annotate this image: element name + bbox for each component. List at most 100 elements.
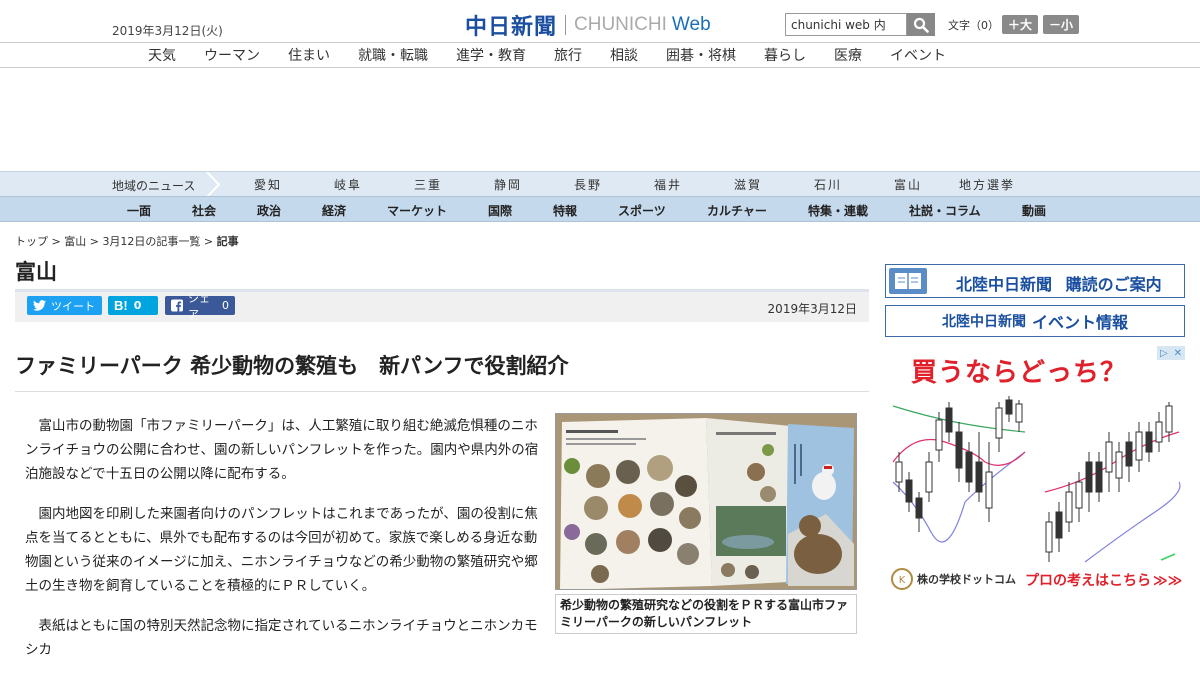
svg-text:K: K <box>899 575 906 586</box>
hatena-icon: B! <box>114 298 128 313</box>
section-nav: 一面 社会 政治 経済 マーケット 国際 特報 スポーツ カルチャー 特集・連載… <box>0 196 1200 222</box>
ad-headline: 買うならどっち？ <box>911 358 1128 388</box>
font-larger-button[interactable]: ＋大 <box>1002 15 1038 34</box>
section-special-report[interactable]: 特報 <box>553 202 577 219</box>
region-nagano[interactable]: 長野 <box>574 176 602 193</box>
logo-divider <box>565 15 567 35</box>
breadcrumb-list[interactable]: 3月12日の記事一覧 <box>102 235 200 248</box>
region-toyama[interactable]: 富山 <box>894 176 922 193</box>
event-banner-label: 北陸中日新聞 <box>941 314 1026 330</box>
logo-english: CHUNICHI <box>574 14 667 35</box>
subscription-banner-text: 北陸中日新聞 購読のご案内 <box>956 271 1162 295</box>
article-paragraph: 表紙はともに国の特別天然記念物に指定されているニホンライチョウとニホンカモシカ <box>25 618 538 658</box>
section-video[interactable]: 動画 <box>1022 202 1046 219</box>
share-bar: ツイート B! 0 シェア 0 2019年3月12日 <box>15 289 869 322</box>
pamphlet-photo-image <box>556 414 856 589</box>
twitter-icon <box>33 300 46 311</box>
section-editorials[interactable]: 社説・コラム <box>909 202 981 219</box>
tweet-label: ツイート <box>51 299 95 313</box>
region-ishikawa[interactable]: 石川 <box>814 176 842 193</box>
region-local-elections[interactable]: 地方選挙 <box>959 176 1015 193</box>
hatena-count: 0 <box>133 299 142 312</box>
ad-choices-icon[interactable]: ▷ ✕ <box>1157 346 1185 360</box>
breadcrumb-separator: > <box>200 235 217 248</box>
section-economy[interactable]: 経済 <box>322 202 346 219</box>
facebook-icon <box>171 299 184 312</box>
hatena-bookmark-button[interactable]: B! 0 <box>108 296 158 315</box>
nav-item-medical[interactable]: 医療 <box>834 45 862 65</box>
brand-emblem-icon: K <box>891 568 913 590</box>
subscription-banner-label: 北陸中日新聞 <box>956 275 1053 294</box>
section-culture[interactable]: カルチャー <box>707 202 767 219</box>
search-input[interactable] <box>785 13 907 36</box>
ad-candlestick-graphic <box>889 392 1181 564</box>
section-sports[interactable]: スポーツ <box>618 202 666 219</box>
nav-item-weather[interactable]: 天気 <box>148 45 176 65</box>
facebook-share-label: シェア <box>188 291 211 321</box>
article-body: 富山市の動物園「市ファミリーパーク」は、人工繁殖に取り組む絶滅危惧種のニホンライ… <box>25 414 547 678</box>
section-market[interactable]: マーケット <box>387 202 447 219</box>
region-aichi[interactable]: 愛知 <box>254 176 282 193</box>
site-logo[interactable]: 中日新聞 CHUNICHI Web <box>465 9 711 41</box>
breadcrumb-separator: > <box>86 235 103 248</box>
nav-item-advice[interactable]: 相談 <box>610 45 638 65</box>
region-nav-label: 地域のニュース <box>112 179 196 193</box>
article-paragraph: 園内地図を印刷した来園者向けのパンフレットはこれまであったが、園の役割に焦点を当… <box>25 506 538 594</box>
breadcrumb-current: 記事 <box>216 235 239 248</box>
event-info-banner[interactable]: 北陸中日新聞 イベント情報 <box>885 305 1185 337</box>
subscription-banner-suffix: 購読のご案内 <box>1065 275 1162 294</box>
breadcrumb-top[interactable]: トップ <box>15 235 48 248</box>
event-banner-suffix: イベント情報 <box>1031 313 1128 332</box>
nav-item-education[interactable]: 進学・教育 <box>456 45 526 65</box>
nav-item-housing[interactable]: 住まい <box>288 45 330 65</box>
article-paragraph: 富山市の動物園「市ファミリーパーク」は、人工繁殖に取り組む絶滅危惧種のニホンライ… <box>25 418 539 482</box>
ad-cta[interactable]: プロの考えはこちら ≫≫ <box>1025 570 1182 590</box>
nav-item-events[interactable]: イベント <box>890 45 946 65</box>
region-fukui[interactable]: 福井 <box>654 176 682 193</box>
ad-brand-name: 株の学校ドットコム <box>917 573 1016 586</box>
site-header: 2019年3月12日(火) 中日新聞 CHUNICHI Web 文字（0） ＋大… <box>0 0 1200 43</box>
ad-brand-logo: K 株の学校ドットコム <box>891 568 1016 590</box>
breadcrumb-separator: > <box>48 235 65 248</box>
ad-cta-label: プロの考えはこちら <box>1025 573 1151 589</box>
region-nav: 地域のニュース 愛知 岐阜 三重 静岡 長野 福井 滋賀 石川 富山 地方選挙 <box>0 171 1200 197</box>
font-smaller-button[interactable]: －小 <box>1043 15 1079 34</box>
nav-item-woman[interactable]: ウーマン <box>204 45 260 65</box>
region-nav-arrow <box>206 172 221 197</box>
facebook-share-button[interactable]: シェア 0 <box>165 292 235 321</box>
headline-divider <box>15 391 869 392</box>
subscription-banner[interactable]: 北陸中日新聞 購読のご案内 <box>885 264 1185 298</box>
ad-cta-arrows: ≫≫ <box>1153 573 1183 589</box>
breadcrumb-pref[interactable]: 富山 <box>64 235 86 248</box>
region-shizuoka[interactable]: 静岡 <box>494 176 522 193</box>
region-mie[interactable]: 三重 <box>414 176 442 193</box>
section-features[interactable]: 特集・連載 <box>808 202 868 219</box>
top-nav: 天気 ウーマン 住まい 就職・転職 進学・教育 旅行 相談 囲碁・将棋 暮らし … <box>0 43 1200 68</box>
section-front-page[interactable]: 一面 <box>127 202 151 219</box>
article-headline: ファミリーパーク 希少動物の繁殖も 新パンフで役割紹介 <box>15 354 569 378</box>
section-society[interactable]: 社会 <box>192 202 216 219</box>
nav-item-jobs[interactable]: 就職・転職 <box>358 45 428 65</box>
region-shiga[interactable]: 滋賀 <box>734 176 762 193</box>
search-icon <box>913 17 929 33</box>
search-button[interactable] <box>907 13 935 36</box>
nav-item-go-shogi[interactable]: 囲碁・将棋 <box>666 45 736 65</box>
article-photo[interactable] <box>555 413 857 590</box>
logo-japanese: 中日新聞 <box>465 15 558 40</box>
current-date: 2019年3月12日(火) <box>112 24 223 38</box>
facebook-share-count: 0 <box>222 299 229 312</box>
breadcrumb: トップ > 富山 > 3月12日の記事一覧 > 記事 <box>15 233 239 249</box>
tweet-button[interactable]: ツイート <box>27 296 102 315</box>
section-politics[interactable]: 政治 <box>257 202 281 219</box>
advertisement[interactable]: ▷ ✕ 買うならどっち？ K 株の学校ドットコム プロの考えはこちら ≫≫ <box>885 346 1185 596</box>
site-search <box>785 13 935 36</box>
photo-caption: 希少動物の繁殖研究などの役割をＰＲする富山市ファミリーパークの新しいパンフレット <box>555 594 857 634</box>
region-gifu[interactable]: 岐阜 <box>334 176 362 193</box>
nav-item-living[interactable]: 暮らし <box>764 45 806 65</box>
page-title: 富山 <box>15 260 57 284</box>
font-size-label: 文字（0） <box>948 19 999 32</box>
article-date: 2019年3月12日 <box>767 302 857 316</box>
logo-web: Web <box>671 14 711 35</box>
section-international[interactable]: 国際 <box>488 202 512 219</box>
nav-item-travel[interactable]: 旅行 <box>554 45 582 65</box>
